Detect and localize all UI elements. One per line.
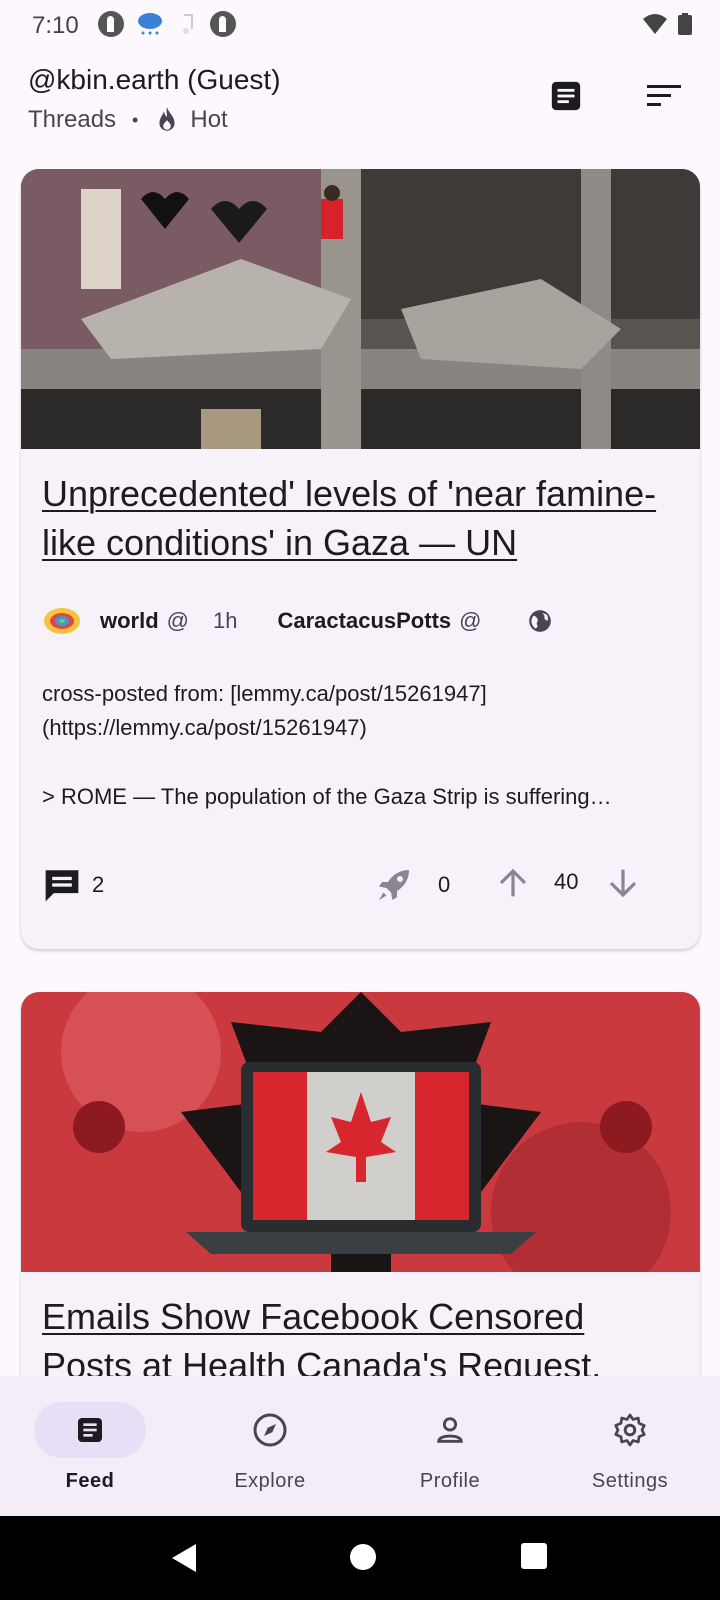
upvote-button[interactable] xyxy=(497,867,529,899)
nav-profile[interactable]: Profile xyxy=(390,1402,510,1493)
post-actions: 2 0 40 xyxy=(21,849,700,919)
community-instance[interactable]: @ xyxy=(167,608,189,634)
post-thumbnail xyxy=(21,169,700,449)
back-icon[interactable] xyxy=(170,1542,200,1574)
nav-explore-label: Explore xyxy=(234,1470,306,1492)
arrow-down-icon xyxy=(609,869,637,898)
boost-button[interactable]: 0 xyxy=(376,867,450,903)
post-card[interactable]: Emails Show Facebook Censored Posts at H… xyxy=(21,992,700,1376)
nav-explore-pill[interactable] xyxy=(214,1402,326,1458)
nav-feed[interactable]: Feed xyxy=(30,1402,150,1493)
author-name[interactable]: CaractacusPotts xyxy=(278,608,452,634)
comment-count: 2 xyxy=(92,872,105,897)
status-bar: 7:10 xyxy=(0,0,720,52)
downvote-button[interactable] xyxy=(607,867,639,899)
recents-icon[interactable] xyxy=(520,1542,548,1570)
battery-icon xyxy=(678,13,692,35)
boost-count: 0 xyxy=(438,872,451,897)
post-title[interactable]: Unprecedented' levels of 'near famine-li… xyxy=(21,449,700,567)
post-thumbnail xyxy=(21,992,700,1272)
post-body[interactable]: cross-posted from: [lemmy.ca/post/152619… xyxy=(21,677,700,814)
nav-profile-label: Profile xyxy=(419,1470,481,1492)
arrow-up-icon xyxy=(499,868,527,897)
community-name[interactable]: world xyxy=(100,608,159,634)
sort-button[interactable] xyxy=(640,72,688,120)
post-feed[interactable]: Unprecedented' levels of 'near famine-li… xyxy=(0,152,720,1376)
music-icon xyxy=(183,14,193,34)
post-age: 1h xyxy=(213,608,238,633)
notification-icons xyxy=(98,11,236,37)
post-body-quote: > ROME — The population of the Gaza Stri… xyxy=(42,784,612,809)
gear-icon xyxy=(614,1413,646,1447)
account-title[interactable]: @kbin.earth (Guest) xyxy=(28,64,281,96)
post-meta: world @ 1h CaractacusPotts @ xyxy=(21,597,700,645)
globe-icon[interactable] xyxy=(527,608,553,634)
bottom-navigation: Feed Explore Profile Settings xyxy=(0,1376,720,1516)
post-body-text: cross-posted from: [lemmy.ca/post/152619… xyxy=(42,681,487,740)
nav-feed-pill[interactable] xyxy=(34,1402,146,1458)
compass-icon xyxy=(253,1413,287,1447)
weather-icon xyxy=(138,13,162,35)
author-instance[interactable]: @ xyxy=(459,608,481,634)
person-icon xyxy=(437,1417,463,1443)
sort-icon xyxy=(647,85,681,106)
nav-profile-pill[interactable] xyxy=(394,1402,506,1458)
app-notification-icon xyxy=(98,11,124,37)
nav-settings-pill[interactable] xyxy=(574,1402,686,1458)
nav-explore[interactable]: Explore xyxy=(210,1402,330,1493)
sort-label: Hot xyxy=(190,106,228,133)
home-icon[interactable] xyxy=(348,1542,378,1572)
feed-type-button[interactable] xyxy=(542,72,590,120)
article-icon xyxy=(551,81,581,111)
feed-type-label: Threads xyxy=(28,106,117,133)
wifi-icon xyxy=(643,14,667,34)
app-header: @kbin.earth (Guest) Threads • Hot xyxy=(0,52,720,152)
post-image[interactable] xyxy=(21,169,700,449)
comment-icon xyxy=(45,870,79,902)
feed-icon xyxy=(78,1418,102,1442)
rocket-icon xyxy=(379,870,409,900)
app-notification-icon xyxy=(210,11,236,37)
post-image[interactable] xyxy=(21,992,700,1272)
post-card[interactable]: Unprecedented' levels of 'near famine-li… xyxy=(21,169,700,949)
feed-subtitle[interactable]: Threads • Hot xyxy=(28,106,228,134)
community-avatar[interactable] xyxy=(42,606,82,636)
nav-settings-label: Settings xyxy=(591,1470,669,1492)
system-navigation-bar xyxy=(0,1516,720,1600)
post-title[interactable]: Emails Show Facebook Censored Posts at H… xyxy=(21,1272,700,1376)
status-time: 7:10 xyxy=(32,12,79,39)
comments-button[interactable]: 2 xyxy=(42,867,104,903)
separator: • xyxy=(132,109,139,130)
score: 40 xyxy=(554,869,579,894)
flame-icon xyxy=(159,107,175,131)
nav-feed-label: Feed xyxy=(65,1470,115,1492)
nav-settings[interactable]: Settings xyxy=(570,1402,690,1493)
